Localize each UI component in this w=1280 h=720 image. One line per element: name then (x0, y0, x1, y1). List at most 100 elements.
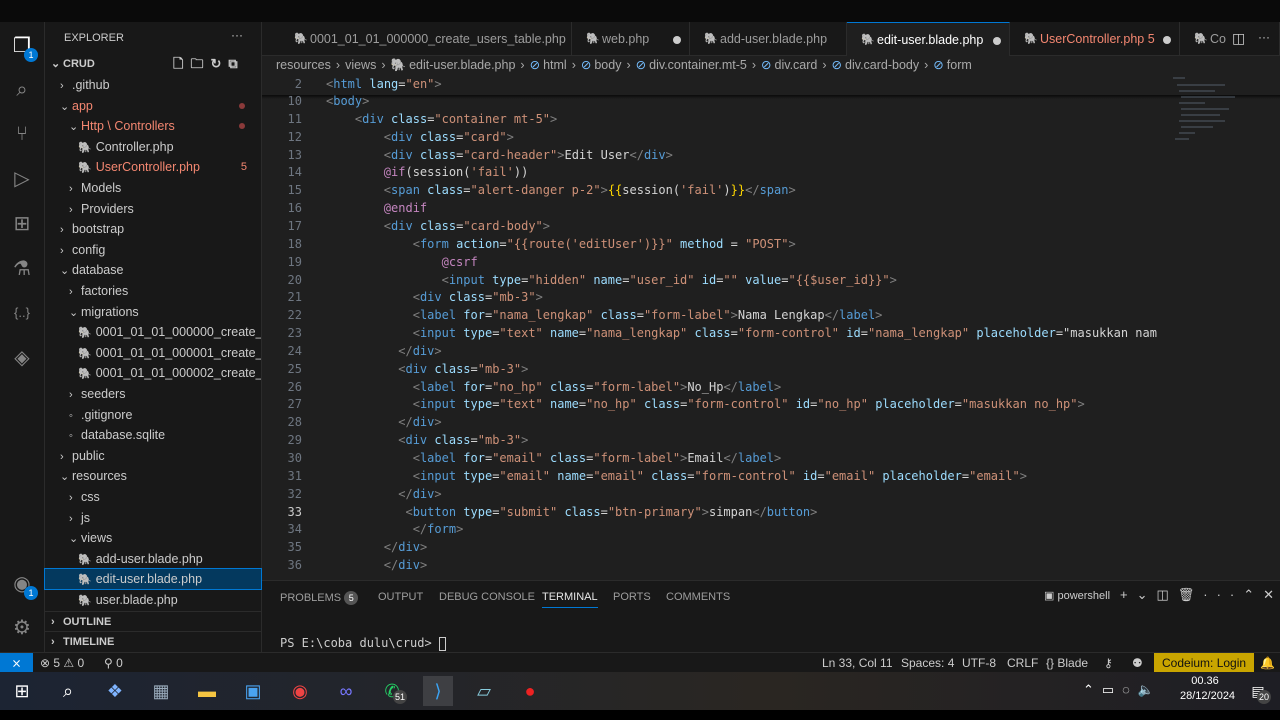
breadcrumb-item[interactable]: ⊘ body (581, 58, 622, 72)
code-line[interactable]: <span class="alert-danger p-2">{{session… (326, 183, 796, 197)
tree-item[interactable]: › config (45, 240, 261, 260)
breadcrumb-item[interactable]: ⊘ div.card-body (832, 58, 920, 72)
tree-item[interactable]: 🐘 0001_01_01_000002_create_j... (45, 363, 261, 383)
tree-item[interactable]: ⌄ views (45, 528, 261, 548)
language-mode[interactable]: {} Blade (1046, 653, 1088, 673)
tree-item[interactable]: ⌄ app (45, 96, 261, 116)
tree-item[interactable]: 🐘 Controller.php (45, 137, 261, 157)
remote-icon[interactable]: ⨯ (0, 653, 33, 673)
code-line[interactable]: <div class="mb-3"> (326, 433, 528, 447)
code-line[interactable]: @csrf (326, 255, 478, 269)
tree-item[interactable]: › seeders (45, 384, 261, 404)
breadcrumb-item[interactable]: views (345, 58, 376, 72)
copilot-icon[interactable]: ❖ (100, 676, 130, 706)
tab-0001-01-01-000000-create-users-table-php[interactable]: 🐘 0001_01_01_000000_create_users_table.ph… (280, 22, 572, 56)
copilot-icon[interactable]: ⚉ (1132, 653, 1143, 673)
run-debug-icon[interactable]: ▷ (8, 165, 36, 193)
code-line[interactable]: <button type="submit" class="btn-primary… (326, 505, 817, 519)
panel-tab-debug-console[interactable]: DEBUG CONSOLE (439, 591, 535, 603)
tree-item[interactable]: ⌄ Http \ Controllers (45, 116, 261, 136)
file-explorer-icon[interactable]: ▬ (192, 676, 222, 706)
notification-center-icon[interactable]: ▤ 20 (1243, 676, 1273, 706)
code-line[interactable]: <div class="card-header">Edit User</div> (326, 148, 673, 162)
code-line[interactable]: <div class="container mt-5"> (326, 112, 557, 126)
breadcrumb-item[interactable]: ⊘ form (933, 58, 971, 72)
code-line[interactable]: <label for="email" class="form-label">Em… (326, 451, 782, 465)
calculator-icon[interactable]: ▦ (146, 676, 176, 706)
tree-item[interactable]: › Models (45, 178, 261, 198)
terminal-output[interactable]: PS E:\coba dulu\crud> (280, 636, 446, 651)
code-line[interactable]: <body> (326, 94, 369, 108)
code-line[interactable]: </div> (326, 558, 427, 572)
store-icon[interactable]: ▣ (238, 676, 268, 706)
panel-tab-problems[interactable]: PROBLEMS 5 (280, 591, 359, 605)
tree-item[interactable]: 🐘 UserController.php 5 (45, 157, 261, 177)
terminal-shell[interactable]: ▣ powershell (1044, 589, 1110, 602)
code-line[interactable]: <input type="text" name="no_hp" class="f… (326, 397, 1085, 411)
minimap[interactable] (1165, 75, 1255, 155)
panel-tab-terminal[interactable]: TERMINAL (542, 591, 598, 608)
laravel-icon[interactable]: ◈ (8, 344, 36, 372)
link-icon[interactable]: ∞ (331, 676, 361, 706)
editor-more-icon[interactable]: ··· (1258, 30, 1270, 44)
explorer-more-button[interactable]: ··· (231, 28, 243, 42)
explorer-icon[interactable]: ❐ 1 (8, 32, 38, 62)
search-icon[interactable]: ⌕ (53, 676, 83, 706)
search-icon[interactable]: ⌕ (8, 76, 36, 104)
explorer-actions[interactable]: 🗋🗀↻⧉ (173, 54, 245, 74)
code-line[interactable]: @endif (326, 201, 427, 215)
tree-item[interactable]: 🐘 0001_01_01_000001_create_c... (45, 343, 261, 363)
codeium-login[interactable]: Codeium: Login (1154, 653, 1255, 673)
indentation[interactable]: Spaces: 4 (901, 653, 954, 673)
notes-icon[interactable]: ▱ (469, 676, 499, 706)
chrome-icon[interactable]: ◉ (285, 676, 315, 706)
tree-item[interactable]: › Providers (45, 199, 261, 219)
tree-item[interactable]: ◦ database.sqlite (45, 425, 261, 445)
key-icon[interactable]: ⚷ (1104, 653, 1113, 673)
code-line[interactable]: <div class="card-body"> (326, 219, 550, 233)
unsaved-dot[interactable] (673, 36, 681, 44)
code-editor[interactable]: 2 <html lang="en"> 10 <body> 11 <div class="… (262, 75, 1280, 580)
unsaved-dot[interactable] (1163, 36, 1171, 44)
recorder-icon[interactable]: ● (515, 676, 545, 706)
panel-tab-comments[interactable]: COMMENTS (666, 591, 730, 603)
code-line[interactable]: <form action="{{route('editUser')}}" met… (326, 237, 796, 251)
tree-item[interactable]: 🐘0001_01_01_000000_create_u... (45, 322, 261, 342)
notifications-icon[interactable]: 🔔 (1260, 653, 1275, 673)
code-line[interactable]: <label for="nama_lengkap" class="form-la… (326, 308, 883, 322)
code-line[interactable]: @if(session('fail')) (326, 165, 529, 179)
tree-item[interactable]: › .github (45, 75, 261, 95)
problems-status[interactable]: ⊗ 5 ⚠ 0 (40, 653, 84, 673)
json-icon[interactable]: {..} (8, 299, 36, 327)
start-icon[interactable]: ⊞ (7, 676, 37, 706)
testing-icon[interactable]: ⚗ (8, 255, 36, 283)
accounts-icon[interactable]: ◉ 1 (8, 570, 38, 600)
code-line[interactable]: <label for="no_hp" class="form-label">No… (326, 380, 782, 394)
tree-item[interactable]: 🐘 user.blade.php (45, 590, 261, 610)
tab-add-user-blade-php[interactable]: 🐘 add-user.blade.php (690, 22, 847, 56)
whatsapp-icon[interactable]: ✆ 51 (377, 676, 407, 706)
cursor-position[interactable]: Ln 33, Col 11 (822, 653, 893, 673)
line-ending[interactable]: CRLF (1007, 653, 1038, 673)
breadcrumb-item[interactable]: 🐘 edit-user.blade.php (391, 58, 516, 72)
tree-item[interactable]: ⌄ resources (45, 466, 261, 486)
breadcrumb-item[interactable]: ⊘ html (530, 58, 567, 72)
tree-item[interactable]: › public (45, 446, 261, 466)
tab-web-php[interactable]: 🐘 web.php (572, 22, 690, 56)
tree-item[interactable]: › bootstrap (45, 219, 261, 239)
tree-item[interactable]: ⌄ database (45, 260, 261, 280)
tree-item[interactable]: 🐘 edit-user.blade.php (44, 568, 262, 591)
tree-item[interactable]: › css (45, 487, 261, 507)
source-control-icon[interactable]: ⑂ (8, 120, 36, 148)
ports-status[interactable]: ⚲ 0 (104, 653, 123, 673)
breadcrumb-item[interactable]: ⊘ div.card (761, 58, 817, 72)
code-line[interactable]: </div> (326, 540, 427, 554)
code-line[interactable]: <input type="text" name="nama_lengkap" c… (326, 326, 1157, 340)
breadcrumb-item[interactable]: resources (276, 58, 331, 72)
code-line[interactable]: </div> (326, 344, 441, 358)
tab-usercontroller-php[interactable]: 🐘 UserController.php 5 (1010, 22, 1180, 56)
workspace-root[interactable]: ⌄ CRUD 🗋🗀↻⧉ (45, 54, 261, 74)
code-line[interactable]: <div class="card"> (326, 130, 514, 144)
encoding[interactable]: UTF-8 (962, 653, 996, 673)
code-line[interactable]: <input type="email" name="email" class="… (326, 469, 1027, 483)
